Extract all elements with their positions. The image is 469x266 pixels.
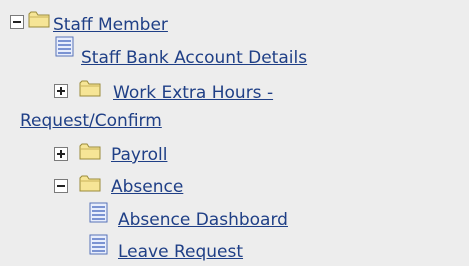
expand-plus-icon[interactable] (54, 147, 68, 161)
folder-icon (79, 80, 101, 97)
folder-icon (79, 143, 101, 160)
work-extra-hours-link[interactable]: Work Extra Hours - (113, 83, 273, 103)
page-icon (89, 234, 108, 255)
folder-icon (79, 175, 101, 192)
folder-icon (28, 11, 50, 28)
staff-bank-account-details-link[interactable]: Staff Bank Account Details (81, 48, 307, 68)
absence-dashboard-link[interactable]: Absence Dashboard (118, 210, 288, 230)
leave-request-link[interactable]: Leave Request (118, 242, 243, 262)
navigation-tree: Staff Member Staff Bank Account Details … (0, 0, 469, 266)
page-icon (55, 36, 74, 57)
absence-link[interactable]: Absence (111, 177, 183, 197)
expand-plus-icon[interactable] (54, 84, 68, 98)
work-extra-hours-link-continued[interactable]: Request/Confirm (20, 111, 162, 131)
payroll-link[interactable]: Payroll (111, 145, 167, 165)
collapse-minus-icon[interactable] (54, 179, 68, 193)
staff-member-link[interactable]: Staff Member (53, 15, 168, 35)
page-icon (89, 202, 108, 223)
collapse-minus-icon[interactable] (10, 15, 24, 29)
